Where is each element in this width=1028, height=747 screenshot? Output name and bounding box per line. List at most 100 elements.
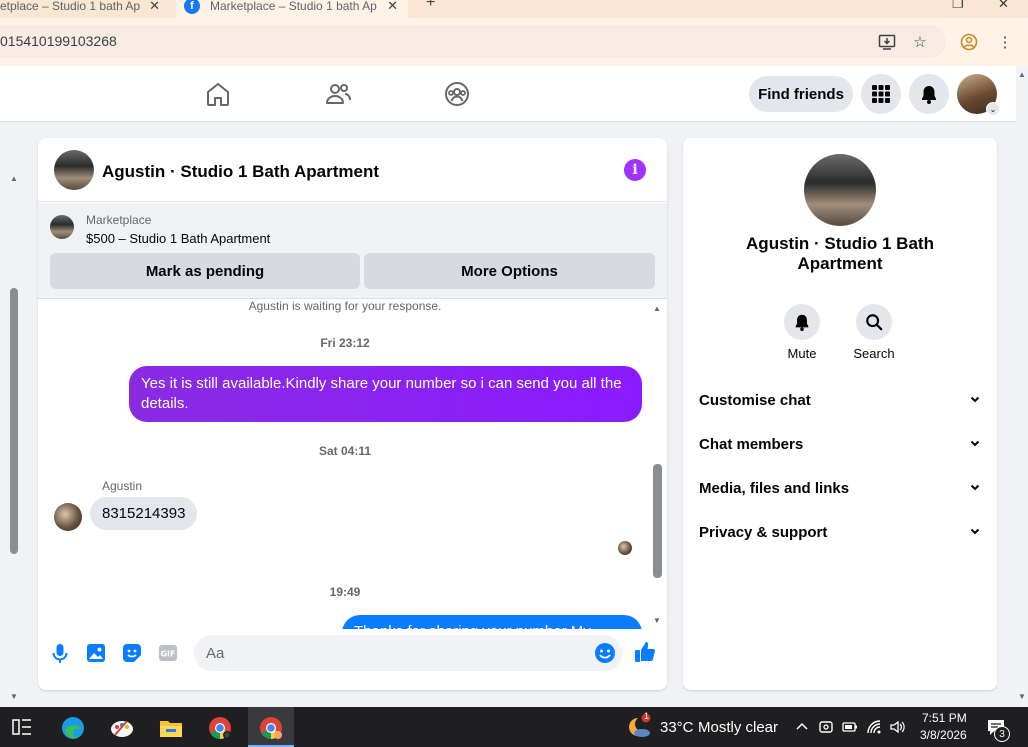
scroll-up-arrow-icon[interactable]: ▲ xyxy=(1018,70,1026,79)
show-hidden-icons-chevron-up-icon[interactable] xyxy=(794,719,810,735)
media-files-links-section[interactable]: Media, files and links xyxy=(699,476,981,500)
browser-tab-strip: etplace – Studio 1 bath Ap ✕ f Marketpla… xyxy=(0,0,1028,18)
chevron-down-icon: ⌄ xyxy=(986,102,1000,116)
url-bar[interactable]: 015410199103268 xyxy=(0,25,946,58)
grid-menu-icon xyxy=(872,85,890,103)
privacy-support-section[interactable]: Privacy & support xyxy=(699,520,981,544)
wifi-icon[interactable] xyxy=(866,719,882,735)
browser-tab-1[interactable]: etplace – Studio 1 bath Ap ✕ xyxy=(0,0,170,18)
battery-icon[interactable] xyxy=(842,719,858,735)
friends-icon[interactable] xyxy=(324,80,352,108)
clock-time[interactable]: 7:51 PM xyxy=(922,711,967,725)
timestamp: Fri 23:12 xyxy=(320,336,370,350)
incoming-message[interactable]: 8315214393 xyxy=(90,497,198,530)
chrome-profile-icon xyxy=(260,717,282,739)
edge-browser-icon[interactable] xyxy=(60,715,86,741)
scroll-up-arrow-icon[interactable]: ▲ xyxy=(10,174,18,183)
section-label: Chat members xyxy=(699,435,804,453)
details-name: Agustin · Studio 1 Bath Apartment xyxy=(746,234,934,273)
menu-button[interactable] xyxy=(861,74,901,114)
groups-icon[interactable] xyxy=(443,80,471,108)
message-composer: GIF xyxy=(38,629,667,690)
marketplace-listing-banner: Marketplace $500 – Studio 1 Bath Apartme… xyxy=(38,203,667,299)
scroll-down-arrow-icon[interactable]: ▼ xyxy=(10,692,18,701)
chevron-down-icon xyxy=(969,392,981,409)
info-icon[interactable]: i xyxy=(624,159,646,181)
close-icon[interactable]: ✕ xyxy=(149,0,160,14)
chevron-down-icon xyxy=(969,524,981,541)
bell-icon xyxy=(922,86,936,104)
sticker-icon[interactable] xyxy=(121,642,143,664)
gif-icon[interactable]: GIF xyxy=(157,642,179,664)
restore-window-icon[interactable]: ❐ xyxy=(952,0,964,12)
chat-details-panel: Agustin · Studio 1 Bath Apartment Mute S… xyxy=(683,138,997,690)
page-scrollbar-right[interactable]: ▲ ▼ xyxy=(1016,66,1028,707)
home-icon[interactable] xyxy=(204,80,232,108)
file-explorer-icon[interactable] xyxy=(158,715,184,741)
scroll-down-arrow-icon[interactable]: ▼ xyxy=(653,616,661,625)
listing-thumbnail[interactable] xyxy=(50,215,74,239)
close-icon[interactable]: ✕ xyxy=(387,0,398,14)
message-input[interactable] xyxy=(194,635,622,671)
sender-avatar[interactable] xyxy=(54,503,82,531)
facebook-icon: f xyxy=(184,0,200,14)
chevron-down-icon xyxy=(969,480,981,497)
section-label: Customise chat xyxy=(699,391,811,409)
chat-avatar[interactable] xyxy=(54,150,94,190)
weather-badge: 1 xyxy=(644,711,650,721)
chat-members-section[interactable]: Chat members xyxy=(699,432,981,456)
more-options-button[interactable]: More Options xyxy=(364,253,655,289)
windows-taskbar: 1 33°C Mostly clear 7:51 PM 3/8/2026 3 xyxy=(0,707,1028,747)
outgoing-message[interactable]: Thanks for sharing your number My xyxy=(342,615,642,629)
outgoing-message[interactable]: Yes it is still available.Kindly share y… xyxy=(129,366,642,422)
browser-tab-2[interactable]: f Marketplace – Studio 1 bath Ap ✕ xyxy=(176,0,408,18)
notification-count-badge: 3 xyxy=(994,726,1010,742)
page-scrollbar-left[interactable]: ▲ ▼ xyxy=(0,122,22,707)
details-avatar[interactable] xyxy=(804,154,876,226)
message-scrollbar-thumb[interactable] xyxy=(653,464,662,578)
active-taskbar-item[interactable] xyxy=(248,707,294,747)
listing-title[interactable]: $500 – Studio 1 Bath Apartment xyxy=(86,231,270,246)
chrome-icon[interactable] xyxy=(207,715,233,741)
notifications-button[interactable] xyxy=(909,74,949,114)
scrollbar-thumb[interactable] xyxy=(10,288,18,554)
meet-now-icon[interactable] xyxy=(818,719,834,735)
url-text: 015410199103268 xyxy=(0,33,117,49)
chat-panel: Agustin · Studio 1 Bath Apartment i Mark… xyxy=(38,138,667,690)
mute-button[interactable]: Mute xyxy=(772,304,832,361)
mark-as-pending-button[interactable]: Mark as pending xyxy=(50,253,360,289)
task-view-icon[interactable] xyxy=(10,715,34,739)
message-list[interactable]: Agustin is waiting for your response. Fr… xyxy=(38,299,667,629)
weather-condition[interactable]: Mostly clear xyxy=(698,719,778,736)
new-tab-icon[interactable]: + xyxy=(426,0,435,12)
weather-temperature[interactable]: 33°C xyxy=(660,719,694,736)
search-button[interactable]: Search xyxy=(844,304,904,361)
emoji-icon[interactable] xyxy=(594,642,616,664)
timestamp: 19:49 xyxy=(329,585,361,599)
browser-menu-icon[interactable]: ⋮ xyxy=(996,33,1014,51)
bookmark-star-icon[interactable]: ☆ xyxy=(911,33,929,51)
weather-moon-cloud-icon[interactable] xyxy=(626,713,654,741)
scroll-up-arrow-icon[interactable]: ▲ xyxy=(653,304,661,313)
install-app-icon[interactable] xyxy=(878,33,896,51)
find-friends-button[interactable]: Find friends xyxy=(749,76,853,112)
facebook-top-nav: Find friends ⌄ xyxy=(0,66,1016,122)
profile-icon[interactable] xyxy=(960,33,978,51)
account-avatar[interactable]: ⌄ xyxy=(957,74,1000,116)
close-window-icon[interactable]: ✕ xyxy=(998,0,1009,12)
clock-date[interactable]: 3/8/2026 xyxy=(920,728,967,742)
volume-icon[interactable] xyxy=(889,719,905,735)
listing-kicker: Marketplace xyxy=(86,213,152,227)
system-note: Agustin is waiting for your response. xyxy=(248,299,442,313)
search-label: Search xyxy=(853,346,895,361)
microphone-icon[interactable] xyxy=(49,642,71,664)
chat-title[interactable]: Agustin · Studio 1 Bath Apartment xyxy=(102,162,379,182)
paint-app-icon[interactable] xyxy=(109,715,135,741)
photo-icon[interactable] xyxy=(85,642,107,664)
like-thumbs-up-icon[interactable] xyxy=(633,640,657,664)
tab-title: etplace – Studio 1 bath Ap xyxy=(0,0,141,13)
browser-toolbar: 015410199103268 ☆ ⋮ xyxy=(0,18,1028,66)
scroll-down-arrow-icon[interactable]: ▼ xyxy=(1018,692,1026,701)
tab-title: Marketplace – Studio 1 bath Ap xyxy=(210,0,377,13)
customise-chat-section[interactable]: Customise chat xyxy=(699,388,981,412)
